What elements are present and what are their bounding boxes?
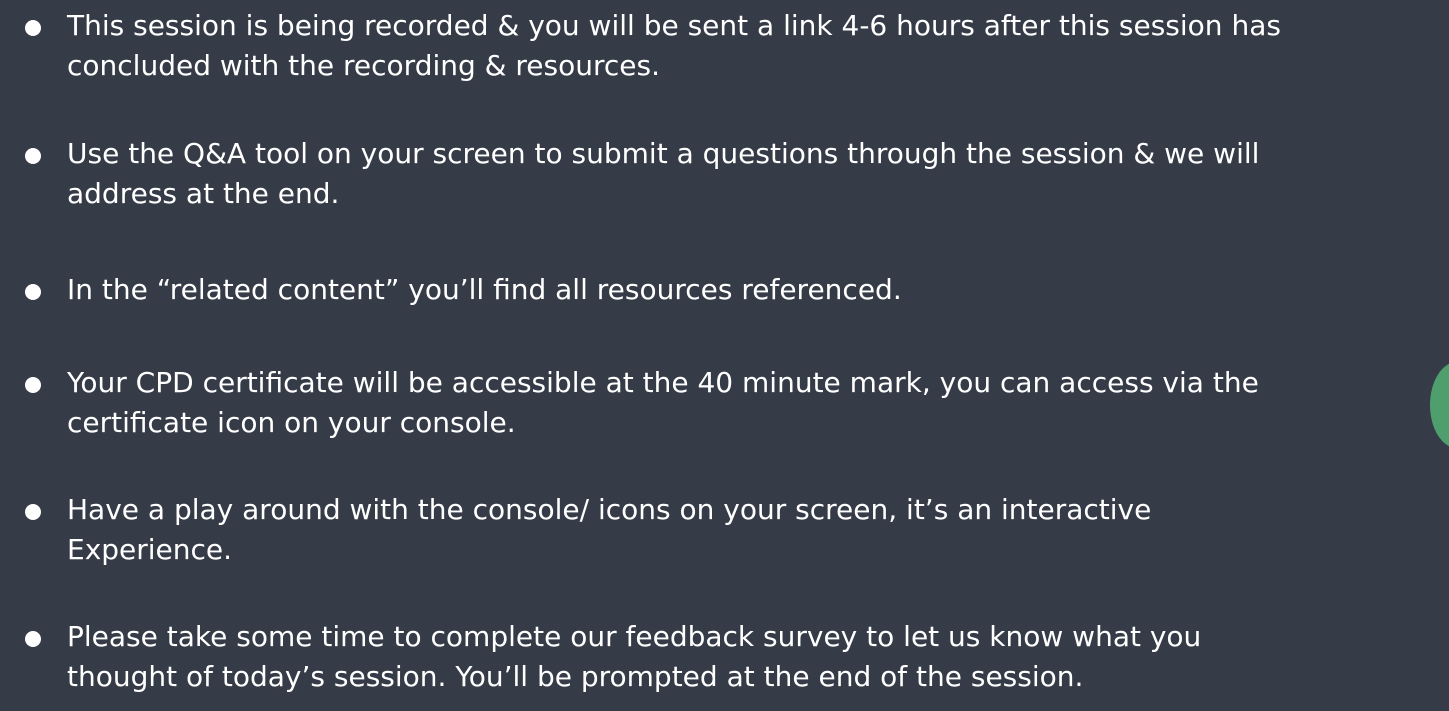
session-info-bullet-list: This session is being recorded & you wil… bbox=[0, 0, 1449, 711]
bullet-dot-icon bbox=[25, 148, 41, 164]
bullet-text-line-1: This session is being recorded & you wil… bbox=[67, 9, 1281, 42]
bullet-text-line-2: Experience. bbox=[67, 533, 233, 566]
bullet-text-line-1: In the “related content” you’ll find all… bbox=[67, 273, 902, 306]
bullet-item-recording: This session is being recorded & you wil… bbox=[0, 6, 1449, 86]
presentation-slide: This session is being recorded & you wil… bbox=[0, 0, 1449, 711]
bullet-text-line-1: Your CPD certificate will be accessible … bbox=[67, 366, 1259, 399]
bullet-dot-icon bbox=[25, 284, 41, 300]
bullet-dot-icon bbox=[25, 20, 41, 36]
bullet-item-related-content: In the “related content” you’ll find all… bbox=[0, 270, 1449, 350]
bullet-text-line-2: concluded with the recording & resources… bbox=[67, 49, 660, 82]
bullet-item-console-icons: Have a play around with the console/ ico… bbox=[0, 490, 1449, 570]
bullet-text-line-1: Please take some time to complete our fe… bbox=[67, 620, 1202, 653]
bullet-item-feedback-survey: Please take some time to complete our fe… bbox=[0, 617, 1449, 697]
bullet-dot-icon bbox=[25, 631, 41, 647]
bullet-item-cpd-certificate: Your CPD certificate will be accessible … bbox=[0, 363, 1449, 443]
bullet-text-line-2: certificate icon on your console. bbox=[67, 406, 516, 439]
bullet-dot-icon bbox=[25, 504, 41, 520]
bullet-text-line-2: thought of today’s session. You’ll be pr… bbox=[67, 660, 1084, 693]
bullet-dot-icon bbox=[25, 377, 41, 393]
bullet-item-qa-tool: Use the Q&A tool on your screen to submi… bbox=[0, 134, 1449, 214]
bullet-text-line-2: address at the end. bbox=[67, 177, 340, 210]
bullet-text-line-1: Use the Q&A tool on your screen to submi… bbox=[67, 137, 1260, 170]
bullet-text-line-1: Have a play around with the console/ ico… bbox=[67, 493, 1152, 526]
